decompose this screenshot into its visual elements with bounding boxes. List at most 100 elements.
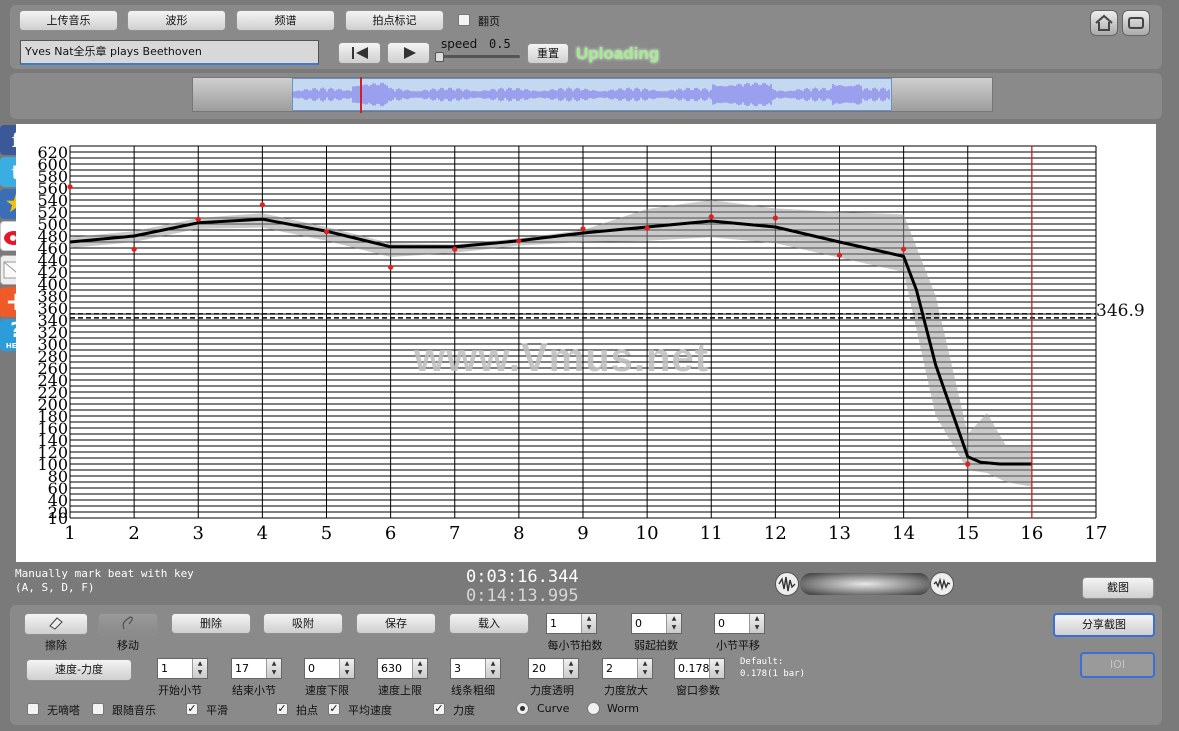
waveform-overview[interactable] xyxy=(292,78,892,111)
stepper-arrows-icon[interactable]: ▲ ▼ xyxy=(412,659,427,678)
x-tick-label: 14 xyxy=(892,523,915,544)
dynamics-scale-stepper[interactable]: 2 ▲ ▼ xyxy=(602,658,653,679)
x-tick-label: 12 xyxy=(764,523,787,544)
tempo-min-label: 速度下限 xyxy=(305,684,349,697)
beats-checkbox[interactable]: ✓ xyxy=(276,703,288,715)
follow-music-checkbox[interactable] xyxy=(92,703,104,715)
x-tick-label: 10 xyxy=(636,523,659,544)
end-bar-stepper[interactable]: 17 ▲ ▼ xyxy=(231,658,282,679)
average-tempo-checkbox[interactable]: ✓ xyxy=(328,703,340,715)
start-bar-value: 1 xyxy=(161,662,168,675)
x-tick-label: 9 xyxy=(577,523,588,544)
pickup-beats-value: 0 xyxy=(635,617,642,630)
stepper-arrows-icon[interactable]: ▲ ▼ xyxy=(749,614,764,633)
beats-per-bar-stepper[interactable]: 1 ▲ ▼ xyxy=(546,613,597,634)
bar-shift-value: 0 xyxy=(718,617,725,630)
x-tick-label: 15 xyxy=(956,523,979,544)
smooth-checkbox[interactable]: ✓ xyxy=(186,703,198,715)
stepper-arrows-icon[interactable]: ▲ ▼ xyxy=(666,614,681,633)
beat-point xyxy=(644,225,650,231)
stepper-arrows-icon[interactable]: ▲ ▼ xyxy=(266,659,281,678)
tempo-chart[interactable]: 10 20 40 60 80 100 120 140 160 180 200 220 240 260 280… xyxy=(16,124,1156,562)
beat-point xyxy=(388,264,394,270)
x-tick-label: 6 xyxy=(385,523,396,544)
beat-point xyxy=(708,214,714,220)
dynamics-checkbox[interactable]: ✓ xyxy=(433,703,445,715)
stepper-arrows-icon[interactable]: ▲ ▼ xyxy=(563,659,578,678)
tempo-max-value: 630 xyxy=(381,662,402,675)
stepper-arrows-icon[interactable]: ▲ ▼ xyxy=(339,659,354,678)
window-param-stepper[interactable]: 0.178 ▲ ▼ xyxy=(674,658,725,679)
skip-back-button[interactable] xyxy=(338,42,381,64)
screenshot-button[interactable]: 截图 xyxy=(1082,577,1154,599)
line-width-label: 线条粗细 xyxy=(451,684,495,697)
stepper-arrows-icon[interactable]: ▲ ▼ xyxy=(637,659,652,678)
dynamics-alpha-stepper[interactable]: 20 ▲ ▼ xyxy=(528,658,579,679)
x-tick-label: 3 xyxy=(193,523,204,544)
curve-radio[interactable] xyxy=(516,702,529,715)
spectrum-button[interactable]: 频谱 xyxy=(236,10,335,31)
stepper-arrows-icon[interactable]: ▲ ▼ xyxy=(485,659,500,678)
stepper-arrows-icon[interactable]: ▲ ▼ xyxy=(581,614,596,633)
speed-value: 0.5 xyxy=(489,37,511,51)
fullscreen-icon[interactable] xyxy=(1122,10,1150,36)
no-click-checkbox[interactable] xyxy=(27,703,39,715)
stepper-arrows-icon[interactable]: ▲ ▼ xyxy=(709,659,724,678)
beat-point xyxy=(901,246,907,252)
pickup-beats-label: 弱起拍数 xyxy=(634,639,678,652)
beats-per-bar-value: 1 xyxy=(550,617,557,630)
chart-watermark: www.Vmus.net xyxy=(414,336,710,380)
volume-slider[interactable] xyxy=(800,573,930,595)
total-time: 0:14:13.995 xyxy=(466,586,579,606)
speed-label: speed xyxy=(441,37,478,51)
tempo-dynamics-button[interactable]: 速度-力度 xyxy=(26,659,132,681)
upload-music-button[interactable]: 上传音乐 xyxy=(19,10,118,31)
window-param-label: 窗口参数 xyxy=(676,684,720,697)
track-title-field[interactable]: Yves Nat全乐章 plays Beethoven xyxy=(20,40,319,65)
skip-back-icon xyxy=(351,47,368,59)
save-button[interactable]: 保存 xyxy=(356,613,436,634)
pickup-beats-stepper[interactable]: 0 ▲ ▼ xyxy=(631,613,682,634)
x-tick-label: 5 xyxy=(321,523,332,544)
erase-button[interactable] xyxy=(24,613,88,635)
load-button[interactable]: 载入 xyxy=(449,613,529,634)
worm-radio[interactable] xyxy=(587,702,600,715)
play-button[interactable] xyxy=(387,42,430,64)
eraser-icon xyxy=(49,617,63,630)
share-screenshot-button[interactable]: 分享截图 xyxy=(1053,613,1155,637)
line-width-stepper[interactable]: 3 ▲ ▼ xyxy=(450,658,501,679)
dynamics-alpha-label: 力度透明 xyxy=(530,684,574,697)
delete-button[interactable]: 删除 xyxy=(171,613,251,634)
beat-mark-button[interactable]: 拍点标记 xyxy=(345,10,444,31)
waveform-graphic xyxy=(292,82,890,107)
start-bar-stepper[interactable]: 1 ▲ ▼ xyxy=(157,658,208,679)
beats-per-bar-label: 每小节拍数 xyxy=(547,639,603,652)
x-tick-label: 17 xyxy=(1085,523,1108,544)
waveform-button[interactable]: 波形 xyxy=(127,10,226,31)
dynamics-scale-label: 力度放大 xyxy=(604,684,648,697)
speed-slider-track[interactable] xyxy=(438,55,520,58)
stepper-arrows-icon[interactable]: ▲ ▼ xyxy=(192,659,207,678)
reset-button[interactable]: 重置 xyxy=(527,43,569,64)
curve-label: Curve xyxy=(537,702,570,715)
speed-slider-thumb[interactable] xyxy=(435,52,444,62)
move-label: 移动 xyxy=(117,639,139,652)
tempo-max-stepper[interactable]: 630 ▲ ▼ xyxy=(377,658,428,679)
home-icon[interactable] xyxy=(1090,10,1118,36)
beat-point xyxy=(452,246,458,252)
bar-shift-stepper[interactable]: 0 ▲ ▼ xyxy=(714,613,765,634)
beat-point xyxy=(67,184,73,190)
start-bar-label: 开始小节 xyxy=(158,684,202,697)
move-button[interactable] xyxy=(98,613,158,635)
beat-point xyxy=(131,246,137,252)
ioi-button[interactable]: IOI xyxy=(1080,652,1155,678)
snap-button[interactable]: 吸附 xyxy=(263,613,343,634)
tempo-min-stepper[interactable]: 0 ▲ ▼ xyxy=(304,658,355,679)
waveform-trace xyxy=(292,82,890,107)
playhead-marker[interactable] xyxy=(360,77,362,113)
volume-knob[interactable] xyxy=(775,571,955,597)
page-turn-checkbox[interactable] xyxy=(458,14,470,26)
window-param-value: 0.178 xyxy=(678,662,710,675)
end-bar-value: 17 xyxy=(235,662,249,675)
reference-value-label: 346.9 xyxy=(1096,301,1145,321)
